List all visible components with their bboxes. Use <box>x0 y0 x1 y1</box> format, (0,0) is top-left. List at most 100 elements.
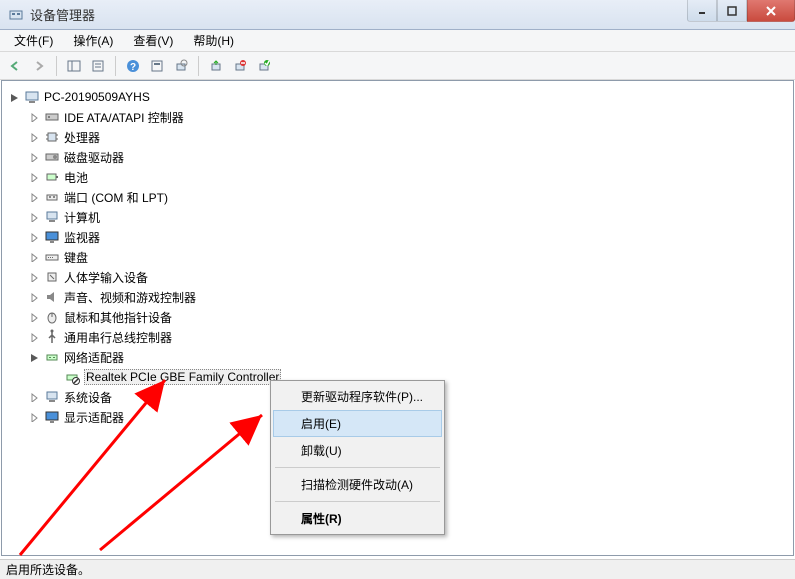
tree-item-battery[interactable]: 电池 <box>8 167 793 187</box>
usb-icon <box>44 329 60 345</box>
battery-icon <box>44 169 60 185</box>
ctx-scan-hardware[interactable]: 扫描检测硬件改动(A) <box>273 471 442 498</box>
expand-icon[interactable] <box>28 151 40 163</box>
ctx-separator <box>275 501 440 502</box>
toolbar-separator <box>56 56 57 76</box>
collapse-icon[interactable] <box>28 351 40 363</box>
tree-item-ports[interactable]: 端口 (COM 和 LPT) <box>8 187 793 207</box>
menu-bar: 文件(F) 操作(A) 查看(V) 帮助(H) <box>0 30 795 52</box>
details-button[interactable] <box>146 55 168 77</box>
tree-root-label: PC-20190509AYHS <box>44 90 150 104</box>
ctx-separator <box>275 467 440 468</box>
ctx-update-driver[interactable]: 更新驱动程序软件(P)... <box>273 383 442 410</box>
device-tree: PC-20190509AYHS IDE ATA/ATAPI 控制器 处理器 磁盘… <box>2 81 793 427</box>
disk-icon <box>44 149 60 165</box>
svg-text:?: ? <box>130 62 136 73</box>
minimize-button[interactable] <box>687 0 717 22</box>
mouse-icon <box>44 309 60 325</box>
expand-icon[interactable] <box>28 271 40 283</box>
back-button[interactable] <box>4 55 26 77</box>
tree-item-monitor[interactable]: 监视器 <box>8 227 793 247</box>
menu-view[interactable]: 查看(V) <box>125 30 181 51</box>
tree-item-label: Realtek PCIe GBE Family Controller <box>84 369 281 385</box>
monitor-icon <box>44 229 60 245</box>
toolbar: ? <box>0 52 795 80</box>
expand-icon[interactable] <box>28 311 40 323</box>
expand-icon[interactable] <box>28 171 40 183</box>
tree-item-disk[interactable]: 磁盘驱动器 <box>8 147 793 167</box>
display-adapter-icon <box>44 409 60 425</box>
port-icon <box>44 189 60 205</box>
tree-item-label: 网络适配器 <box>64 349 124 366</box>
ctx-properties-label: 属性(R) <box>301 512 342 526</box>
keyboard-icon <box>44 249 60 265</box>
computer-icon <box>24 89 40 105</box>
tree-item-label: 监视器 <box>64 229 100 246</box>
expand-icon[interactable] <box>28 331 40 343</box>
tree-item-processor[interactable]: 处理器 <box>8 127 793 147</box>
uninstall-button[interactable] <box>229 55 251 77</box>
ctx-uninstall[interactable]: 卸载(U) <box>273 437 442 464</box>
expand-icon[interactable] <box>28 191 40 203</box>
toolbar-separator <box>115 56 116 76</box>
app-icon <box>8 7 24 23</box>
expand-icon[interactable] <box>28 411 40 423</box>
scan-hardware-button[interactable] <box>170 55 192 77</box>
tree-item-label: 键盘 <box>64 249 88 266</box>
collapse-icon[interactable] <box>8 91 20 103</box>
audio-icon <box>44 289 60 305</box>
expand-icon[interactable] <box>28 231 40 243</box>
update-driver-button[interactable] <box>205 55 227 77</box>
properties-button[interactable] <box>87 55 109 77</box>
tree-item-label: 系统设备 <box>64 389 112 406</box>
expand-icon[interactable] <box>28 391 40 403</box>
context-menu: 更新驱动程序软件(P)... 启用(E) 卸载(U) 扫描检测硬件改动(A) 属… <box>270 380 445 535</box>
toolbar-separator <box>198 56 199 76</box>
ide-icon <box>44 109 60 125</box>
tree-item-label: 人体学输入设备 <box>64 269 148 286</box>
menu-help[interactable]: 帮助(H) <box>185 30 242 51</box>
tree-item-audio[interactable]: 声音、视频和游戏控制器 <box>8 287 793 307</box>
tree-item-hid[interactable]: 人体学输入设备 <box>8 267 793 287</box>
menu-action[interactable]: 操作(A) <box>65 30 121 51</box>
tree-item-label: 声音、视频和游戏控制器 <box>64 289 196 306</box>
nic-disabled-icon <box>64 369 80 385</box>
tree-item-usb[interactable]: 通用串行总线控制器 <box>8 327 793 347</box>
tree-root[interactable]: PC-20190509AYHS <box>8 87 793 107</box>
tree-item-network[interactable]: 网络适配器 <box>8 347 793 367</box>
system-icon <box>44 389 60 405</box>
hid-icon <box>44 269 60 285</box>
expand-icon[interactable] <box>28 111 40 123</box>
tree-item-mouse[interactable]: 鼠标和其他指针设备 <box>8 307 793 327</box>
tree-item-label: 鼠标和其他指针设备 <box>64 309 172 326</box>
expand-icon[interactable] <box>28 211 40 223</box>
computer-icon <box>44 209 60 225</box>
expand-icon[interactable] <box>28 291 40 303</box>
tree-item-ide[interactable]: IDE ATA/ATAPI 控制器 <box>8 107 793 127</box>
enable-button[interactable] <box>253 55 275 77</box>
ctx-enable[interactable]: 启用(E) <box>273 410 442 437</box>
tree-item-label: IDE ATA/ATAPI 控制器 <box>64 109 184 126</box>
close-button[interactable] <box>747 0 795 22</box>
ctx-properties[interactable]: 属性(R) <box>273 505 442 532</box>
tree-item-computer[interactable]: 计算机 <box>8 207 793 227</box>
status-text: 启用所选设备。 <box>6 561 90 578</box>
help-button[interactable]: ? <box>122 55 144 77</box>
show-hide-tree-button[interactable] <box>63 55 85 77</box>
title-bar: 设备管理器 <box>0 0 795 30</box>
tree-item-label: 通用串行总线控制器 <box>64 329 172 346</box>
network-icon <box>44 349 60 365</box>
tree-item-label: 计算机 <box>64 209 100 226</box>
tree-item-label: 电池 <box>64 169 88 186</box>
status-bar: 启用所选设备。 <box>0 559 795 579</box>
tree-item-keyboard[interactable]: 键盘 <box>8 247 793 267</box>
maximize-button[interactable] <box>717 0 747 22</box>
window-title: 设备管理器 <box>30 5 687 24</box>
expand-icon[interactable] <box>28 131 40 143</box>
window-buttons <box>687 0 795 29</box>
tree-item-label: 显示适配器 <box>64 409 124 426</box>
menu-file[interactable]: 文件(F) <box>6 30 61 51</box>
tree-item-label: 端口 (COM 和 LPT) <box>64 189 168 206</box>
forward-button[interactable] <box>28 55 50 77</box>
expand-icon[interactable] <box>28 251 40 263</box>
